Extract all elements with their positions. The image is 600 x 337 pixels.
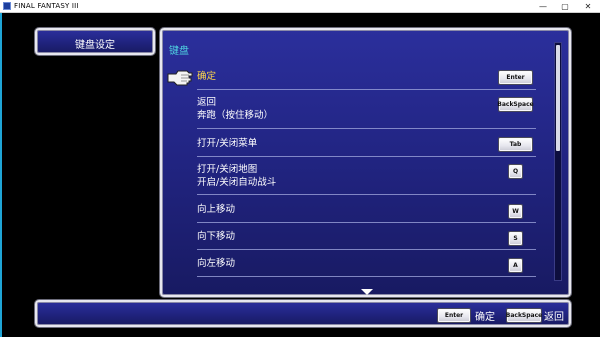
scrollbar[interactable] xyxy=(554,42,562,281)
pointer-hand-icon xyxy=(167,70,193,86)
keybinding-panel: 键盘 确定 Enter 返回 奔跑（按住移动） BackSpace 打开/关闭菜… xyxy=(160,28,571,297)
footer-panel: Enter 确定 BackSpace 返回 xyxy=(35,300,571,327)
close-icon[interactable]: ✕ xyxy=(576,0,600,12)
keybind-row-back[interactable]: 返回 奔跑（按住移动） BackSpace xyxy=(197,90,536,129)
action-label: 返回 xyxy=(197,97,217,108)
key-button[interactable]: Enter xyxy=(498,70,533,85)
window-title: FINAL FANTASY III xyxy=(14,2,79,10)
action-label: 开启/关闭自动战斗 xyxy=(197,177,277,188)
keybind-row-down[interactable]: 向下移动 S xyxy=(197,223,536,250)
row-divider xyxy=(197,276,536,277)
action-label: 向上移动 xyxy=(197,204,236,215)
back-label: 返回 xyxy=(544,312,564,323)
key-button[interactable]: Q xyxy=(508,164,523,179)
backspace-key-button[interactable]: BackSpace xyxy=(506,308,542,323)
action-label: 打开/关闭地图 xyxy=(197,164,258,175)
back-hint[interactable]: BackSpace 返回 xyxy=(506,308,564,323)
window-edge xyxy=(0,13,2,337)
scrollbar-thumb[interactable] xyxy=(556,45,560,151)
confirm-hint[interactable]: Enter 确定 xyxy=(437,308,495,323)
key-button[interactable]: BackSpace xyxy=(497,97,534,112)
key-button[interactable]: S xyxy=(508,231,523,246)
key-button[interactable]: W xyxy=(508,204,523,219)
action-label: 打开/关闭菜单 xyxy=(197,138,258,149)
minimize-icon[interactable]: — xyxy=(532,0,554,12)
action-label: 确定 xyxy=(197,71,217,82)
header-panel: 键盘设定 xyxy=(35,28,155,55)
page-title: 键盘设定 xyxy=(75,40,115,51)
keybind-row-left[interactable]: 向左移动 A xyxy=(197,250,536,277)
key-button[interactable]: Tab xyxy=(498,137,533,152)
action-label: 奔跑（按住移动） xyxy=(197,110,274,121)
enter-key-button[interactable]: Enter xyxy=(437,308,471,323)
section-title: 键盘 xyxy=(169,46,189,57)
maximize-icon[interactable]: ▢ xyxy=(554,0,576,12)
window-titlebar: FINAL FANTASY III — ▢ ✕ xyxy=(0,0,600,13)
keybind-row-up[interactable]: 向上移动 W xyxy=(197,195,536,223)
keybind-row-menu[interactable]: 打开/关闭菜单 Tab xyxy=(197,129,536,157)
app-icon xyxy=(3,2,11,10)
action-label: 向左移动 xyxy=(197,258,236,269)
keybind-row-confirm[interactable]: 确定 Enter xyxy=(197,66,536,90)
scroll-down-arrow-icon[interactable] xyxy=(361,289,373,295)
keybind-row-map[interactable]: 打开/关闭地图 开启/关闭自动战斗 Q xyxy=(197,157,536,195)
action-label: 向下移动 xyxy=(197,231,236,242)
confirm-label: 确定 xyxy=(475,312,495,323)
key-button[interactable]: A xyxy=(508,258,523,273)
